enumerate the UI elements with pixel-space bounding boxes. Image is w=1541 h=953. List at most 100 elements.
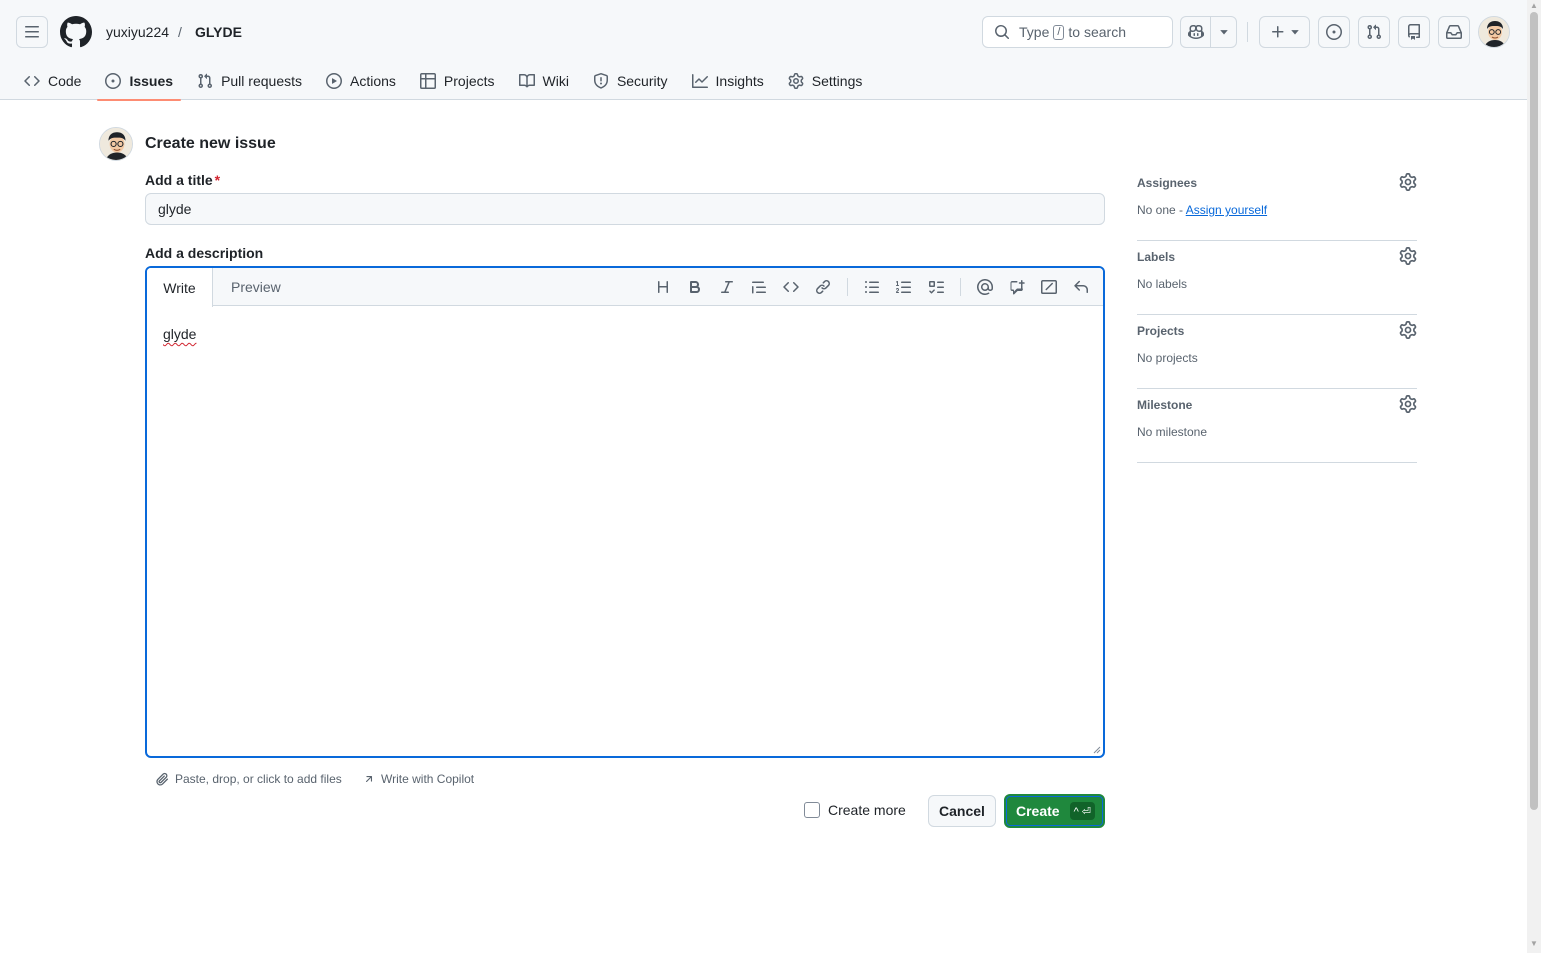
arrow-up-right-icon (365, 776, 373, 783)
plus-icon (1271, 26, 1283, 38)
breadcrumb-owner[interactable]: yuxiyu224 (106, 22, 169, 42)
github-logo-icon[interactable] (60, 16, 92, 48)
inbox-button[interactable] (1438, 16, 1470, 48)
tab-label: Issues (129, 73, 174, 89)
required-marker: * (214, 172, 221, 188)
breadcrumb-repo[interactable]: GLYDE (195, 22, 242, 42)
description-textarea[interactable]: glyde (163, 326, 196, 342)
gear-icon (1399, 247, 1417, 265)
ordered-list-button[interactable] (888, 271, 920, 303)
quote-button[interactable] (743, 271, 775, 303)
play-icon (326, 73, 342, 89)
toolbar-separator (960, 278, 961, 296)
bold-icon (690, 281, 701, 293)
code-button[interactable] (775, 271, 807, 303)
code-icon (24, 75, 40, 87)
create-more-checkbox[interactable] (804, 802, 820, 818)
issue-opened-icon (105, 73, 122, 89)
sidebar-assignees: Assignees No one - Assign yourself (1137, 167, 1417, 241)
copilot-button[interactable] (1181, 17, 1210, 47)
three-bars-icon (25, 26, 39, 38)
create-button[interactable]: Create ^ ⏎ (1004, 794, 1105, 828)
attach-files-button[interactable]: Paste, drop, or click to add files (155, 772, 342, 786)
tab-security[interactable]: Security (585, 62, 676, 100)
create-new-split-button[interactable] (1259, 16, 1310, 48)
tab-issues[interactable]: Issues (97, 62, 181, 101)
cross-reference-button[interactable] (1001, 271, 1033, 303)
tab-label: Actions (350, 73, 396, 89)
labels-settings-button[interactable] (1399, 247, 1417, 265)
assign-yourself-link[interactable]: Assign yourself (1186, 203, 1267, 217)
unordered-list-button[interactable] (856, 271, 888, 303)
undo-button[interactable] (1065, 271, 1097, 303)
projects-title: Projects (1137, 324, 1185, 338)
milestone-value: No milestone (1137, 425, 1208, 439)
title-label-text: Add a title (145, 172, 213, 188)
tab-wiki[interactable]: Wiki (511, 62, 577, 100)
italic-button[interactable] (711, 271, 743, 303)
user-avatar[interactable] (1478, 16, 1510, 48)
search-suffix-text: to search (1068, 24, 1127, 40)
shield-icon (593, 73, 608, 89)
scrollbar-thumb[interactable] (1530, 12, 1538, 810)
link-icon (815, 279, 831, 295)
tab-write[interactable]: Write (147, 268, 213, 307)
tab-actions[interactable]: Actions (318, 62, 404, 100)
copilot-icon (1187, 24, 1204, 40)
italic-icon (721, 281, 733, 293)
tab-label: Code (48, 73, 82, 89)
paperclip-icon (156, 772, 169, 786)
repo-tabs: Code Issues Pull requests Actions Projec… (16, 62, 878, 101)
projects-settings-button[interactable] (1399, 321, 1417, 339)
tab-projects[interactable]: Projects (412, 62, 503, 100)
unordered-list-icon (865, 281, 879, 293)
write-with-copilot-text: Write with Copilot (381, 772, 475, 786)
create-more-label: Create more (828, 802, 906, 818)
create-shortcut-badge: ^ ⏎ (1069, 802, 1096, 820)
top-bar: yuxiyu224 / GLYDE Type / to search (0, 0, 1527, 62)
mention-button[interactable] (969, 271, 1001, 303)
task-list-button[interactable] (920, 271, 952, 303)
cross-reference-icon (1010, 280, 1025, 295)
scroll-up-arrow-icon[interactable]: ▲ (1530, 2, 1538, 10)
assignees-settings-button[interactable] (1399, 173, 1417, 191)
repo-icon (1408, 24, 1420, 40)
tab-pull-requests[interactable]: Pull requests (189, 62, 310, 100)
tab-code[interactable]: Code (16, 62, 89, 100)
title-input[interactable] (145, 193, 1105, 225)
bold-button[interactable] (679, 271, 711, 303)
header-divider (1247, 22, 1248, 42)
assignees-value: No one - Assign yourself (1137, 202, 1267, 218)
resize-grip-icon[interactable] (1093, 746, 1101, 754)
write-with-copilot-button[interactable]: Write with Copilot (363, 772, 474, 786)
hamburger-menu-button[interactable] (16, 16, 48, 48)
pull-requests-shortcut-button[interactable] (1358, 16, 1390, 48)
breadcrumb-separator: / (178, 24, 182, 40)
labels-value: No labels (1137, 277, 1188, 291)
gear-icon (1399, 173, 1417, 191)
cancel-button[interactable]: Cancel (928, 795, 996, 827)
milestone-settings-button[interactable] (1399, 395, 1417, 413)
tab-preview[interactable]: Preview (231, 268, 281, 306)
create-new-button[interactable] (1260, 17, 1309, 47)
app-header: yuxiyu224 / GLYDE Type / to search Code … (0, 0, 1527, 101)
tab-insights[interactable]: Insights (684, 62, 772, 100)
search-icon (995, 25, 1010, 40)
heading-button[interactable] (647, 271, 679, 303)
copilot-dropdown-button[interactable] (1210, 17, 1236, 47)
link-button[interactable] (807, 271, 839, 303)
create-more-toggle[interactable]: Create more (804, 802, 906, 818)
search-input[interactable]: Type / to search (982, 16, 1173, 48)
avatar-face-icon (100, 128, 132, 160)
copilot-split-button (1180, 16, 1237, 48)
tab-settings[interactable]: Settings (780, 62, 871, 100)
assignees-title: Assignees (1137, 176, 1198, 190)
slash-command-icon (1041, 280, 1057, 294)
page-scrollbar[interactable]: ▲ ▼ (1527, 0, 1541, 953)
scroll-down-arrow-icon[interactable]: ▼ (1530, 940, 1538, 948)
issues-shortcut-button[interactable] (1318, 16, 1350, 48)
repositories-button[interactable] (1398, 16, 1430, 48)
milestone-title: Milestone (1137, 398, 1193, 412)
slash-command-button[interactable] (1033, 271, 1065, 303)
page-title: Create new issue (145, 135, 276, 152)
